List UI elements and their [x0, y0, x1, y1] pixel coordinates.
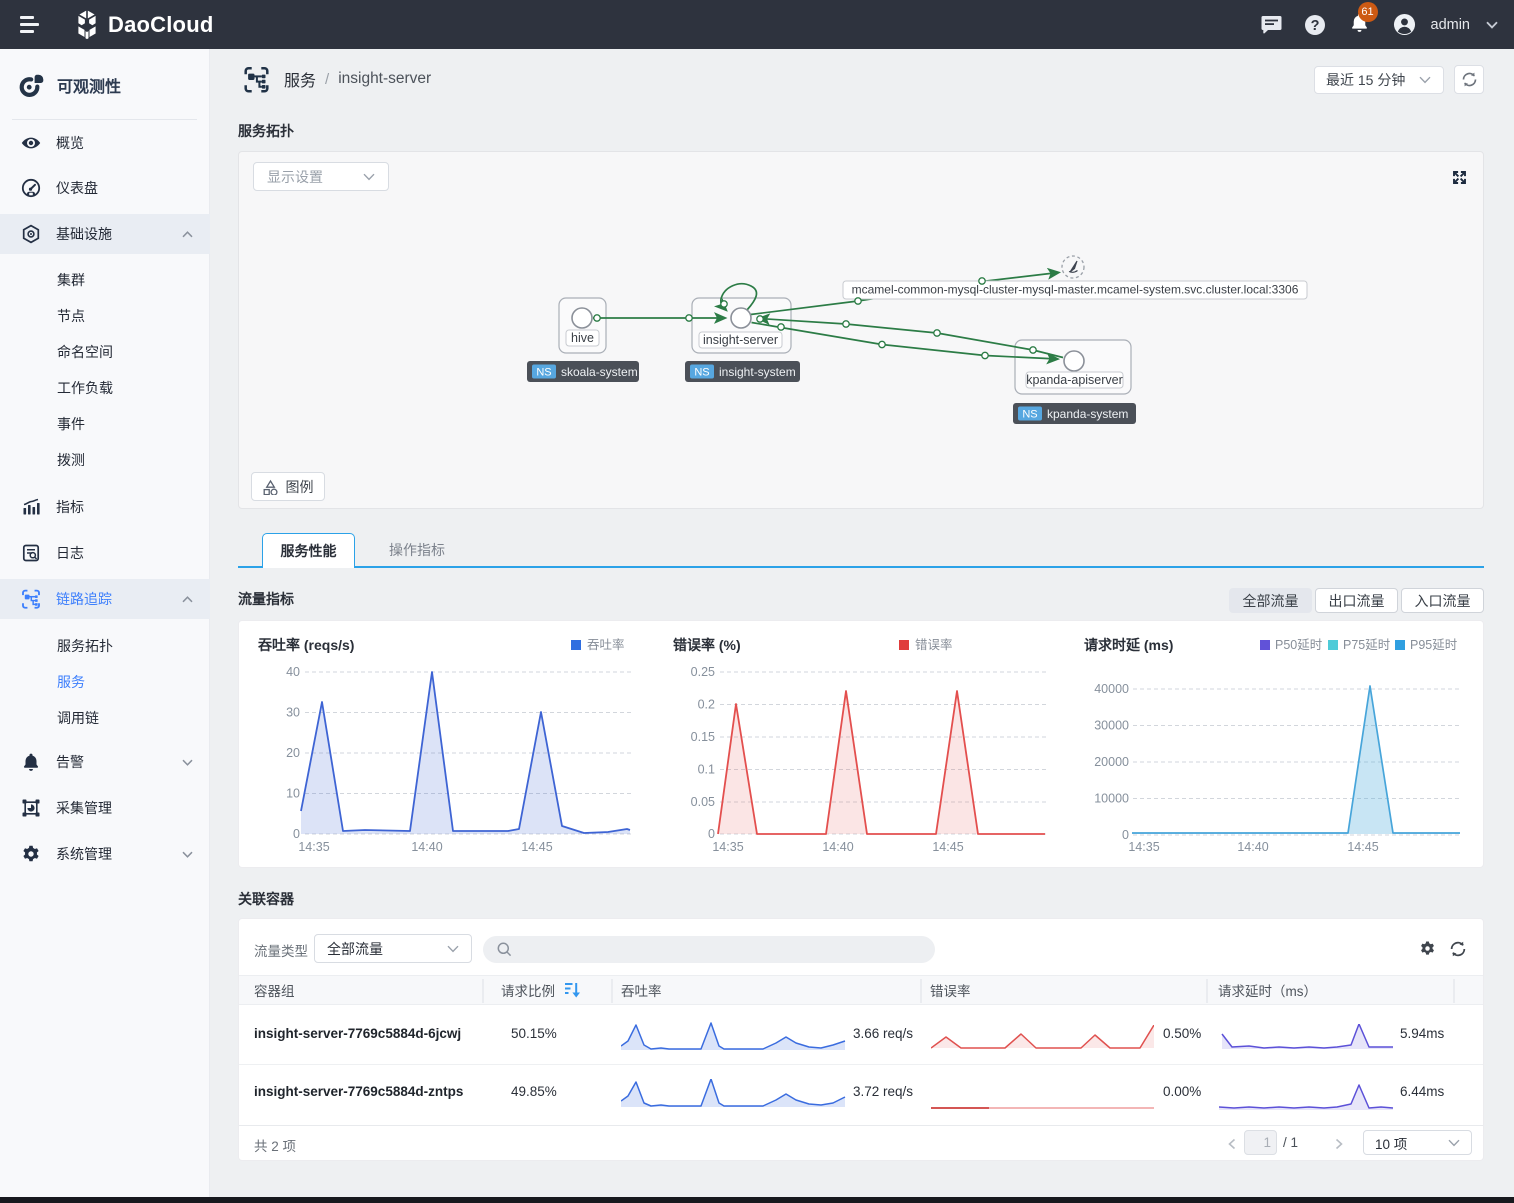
svg-text:错误率: 错误率	[915, 637, 953, 652]
svg-text:skoala-system: skoala-system	[561, 365, 638, 379]
svg-text:14:45: 14:45	[932, 840, 963, 854]
svg-text:P50延时: P50延时	[1275, 638, 1323, 652]
svg-text:14:45: 14:45	[521, 840, 552, 854]
svg-text:30: 30	[286, 706, 300, 720]
svg-text:10000: 10000	[1094, 792, 1129, 806]
svg-text:0: 0	[293, 827, 300, 841]
svg-text:P75延时: P75延时	[1343, 638, 1391, 652]
svg-text:请求时延 (ms): 请求时延 (ms)	[1084, 637, 1173, 653]
svg-text:0: 0	[708, 827, 715, 841]
svg-text:10: 10	[286, 787, 300, 801]
svg-text:容器组: 容器组	[254, 983, 295, 999]
svg-text:0.1: 0.1	[698, 763, 715, 777]
svg-text:14:35: 14:35	[298, 840, 329, 854]
svg-text:错误率 (%): 错误率 (%)	[673, 637, 741, 653]
svg-text:insight-system: insight-system	[719, 365, 796, 379]
svg-text:mcamel-common-mysql-cluster-my: mcamel-common-mysql-cluster-mysql-master…	[852, 283, 1299, 297]
svg-text:30000: 30000	[1094, 719, 1129, 733]
svg-text:P95延时: P95延时	[1410, 638, 1458, 652]
svg-text:?: ?	[1310, 18, 1319, 34]
svg-text:14:35: 14:35	[1128, 840, 1159, 854]
svg-text:0.25: 0.25	[691, 665, 715, 679]
svg-text:吞吐率: 吞吐率	[587, 637, 625, 652]
svg-text:请求比例: 请求比例	[501, 984, 555, 999]
svg-text:40: 40	[286, 665, 300, 679]
svg-text:20000: 20000	[1094, 755, 1129, 769]
svg-text:14:35: 14:35	[712, 840, 743, 854]
svg-text:hive: hive	[571, 331, 594, 345]
svg-text:14:40: 14:40	[1237, 840, 1268, 854]
svg-text:insight-server: insight-server	[703, 333, 778, 347]
svg-text:14:40: 14:40	[411, 840, 442, 854]
svg-text:0.05: 0.05	[691, 795, 715, 809]
svg-text:错误率: 错误率	[930, 983, 971, 999]
svg-text:14:45: 14:45	[1347, 840, 1378, 854]
svg-text:吞吐率: 吞吐率	[621, 983, 662, 999]
svg-text:20: 20	[286, 746, 300, 760]
svg-text:NS: NS	[694, 367, 709, 379]
svg-text:40000: 40000	[1094, 682, 1129, 696]
svg-text:14:40: 14:40	[822, 840, 853, 854]
svg-text:0.15: 0.15	[691, 730, 715, 744]
svg-text:NS: NS	[1022, 409, 1037, 421]
svg-text:kpanda-apiserver: kpanda-apiserver	[1026, 373, 1123, 387]
svg-text:请求延时（ms）: 请求延时（ms）	[1218, 984, 1317, 999]
svg-text:NS: NS	[536, 367, 551, 379]
svg-text:吞吐率 (reqs/s): 吞吐率 (reqs/s)	[258, 637, 354, 653]
svg-text:0.2: 0.2	[698, 698, 715, 712]
svg-text:kpanda-system: kpanda-system	[1047, 407, 1128, 421]
